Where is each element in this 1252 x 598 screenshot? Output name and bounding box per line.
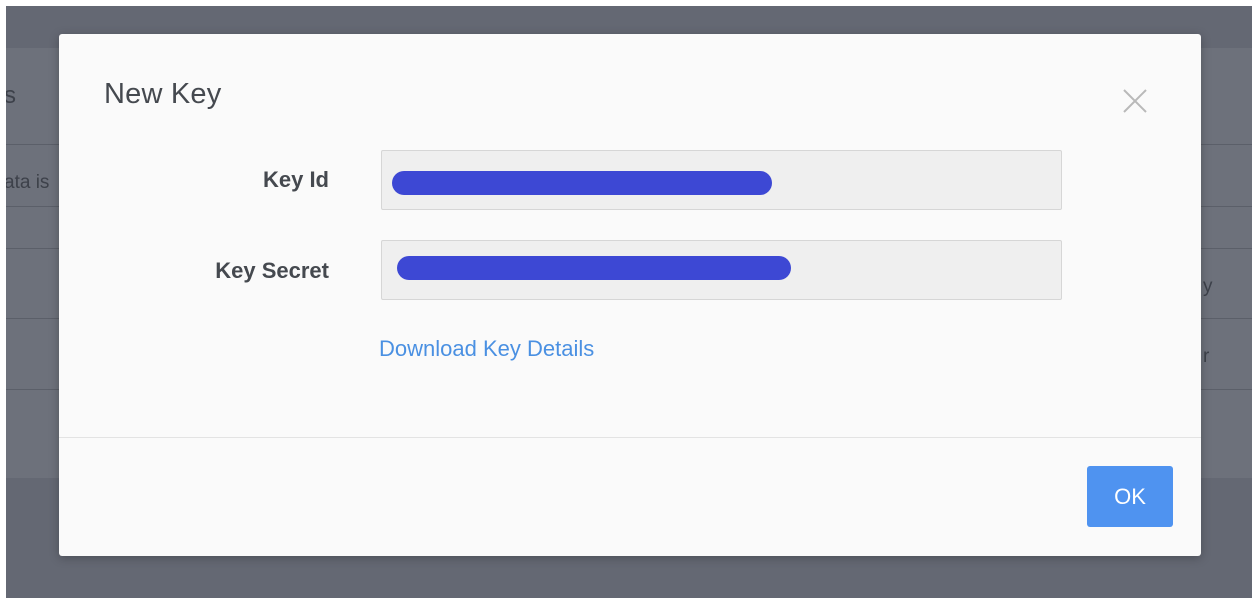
dialog-title: New Key xyxy=(104,78,222,110)
footer-divider xyxy=(59,437,1201,438)
close-icon xyxy=(1123,89,1147,113)
background-heading: s xyxy=(6,82,16,109)
key-secret-field[interactable] xyxy=(381,240,1062,300)
key-id-field[interactable] xyxy=(381,150,1062,210)
key-id-label: Key Id xyxy=(262,167,329,192)
background-text: r xyxy=(1203,346,1210,367)
close-button[interactable] xyxy=(1121,87,1149,115)
new-key-dialog: New Key Key Id Key Secret Download Key D… xyxy=(59,34,1201,556)
key-secret-label: Key Secret xyxy=(215,258,329,283)
download-key-details-link[interactable]: Download Key Details xyxy=(379,336,594,362)
background-text: ata is xyxy=(6,172,50,193)
background-text: y xyxy=(1203,276,1213,297)
ok-button[interactable]: OK xyxy=(1087,466,1173,527)
